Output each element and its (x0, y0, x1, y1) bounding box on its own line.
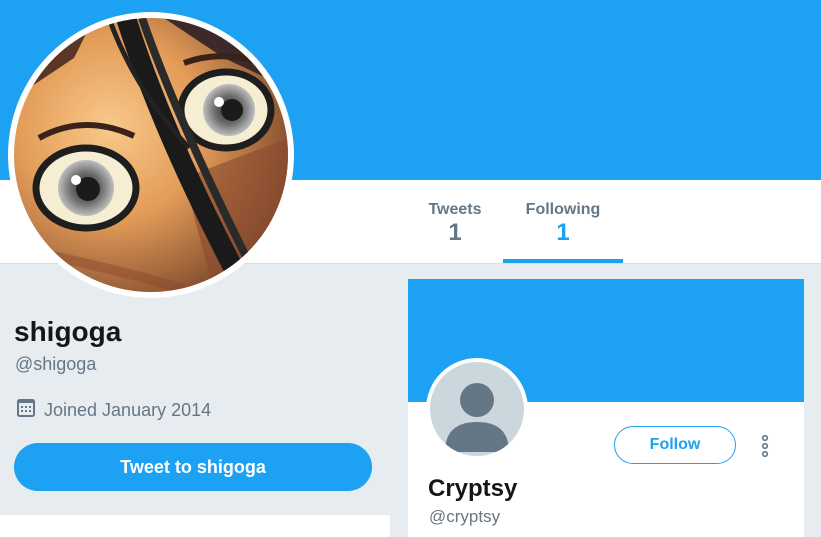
default-user-avatar[interactable] (426, 358, 528, 460)
tweet-to-button[interactable]: Tweet to shigoga (14, 443, 372, 491)
user-card-name[interactable]: Cryptsy (428, 475, 517, 503)
tab-following-count: 1 (556, 219, 570, 246)
follow-button[interactable]: Follow (614, 426, 736, 464)
vertical-dots-icon[interactable] (757, 434, 773, 458)
profile-name: shigoga (14, 316, 122, 347)
calendar-icon (16, 398, 36, 423)
profile-handle[interactable]: @shigoga (15, 354, 96, 375)
joined-date: Joined January 2014 (44, 400, 212, 420)
following-user-card[interactable]: Follow Cryptsy @cryptsy (408, 279, 804, 537)
tab-tweets-count: 1 (448, 219, 462, 246)
tab-following-label: Following (525, 201, 601, 218)
user-card-handle[interactable]: @cryptsy (429, 507, 500, 527)
profile-avatar[interactable] (8, 12, 294, 298)
left-panel-module (0, 515, 390, 537)
default-user-avatar-image (430, 362, 524, 456)
tab-tweets[interactable]: Tweets 1 (413, 180, 497, 263)
tab-following[interactable]: Following 1 (503, 180, 623, 263)
joined-date-row: Joined January 2014 (16, 398, 211, 423)
profile-avatar-image (14, 18, 288, 292)
tab-tweets-label: Tweets (428, 201, 482, 218)
